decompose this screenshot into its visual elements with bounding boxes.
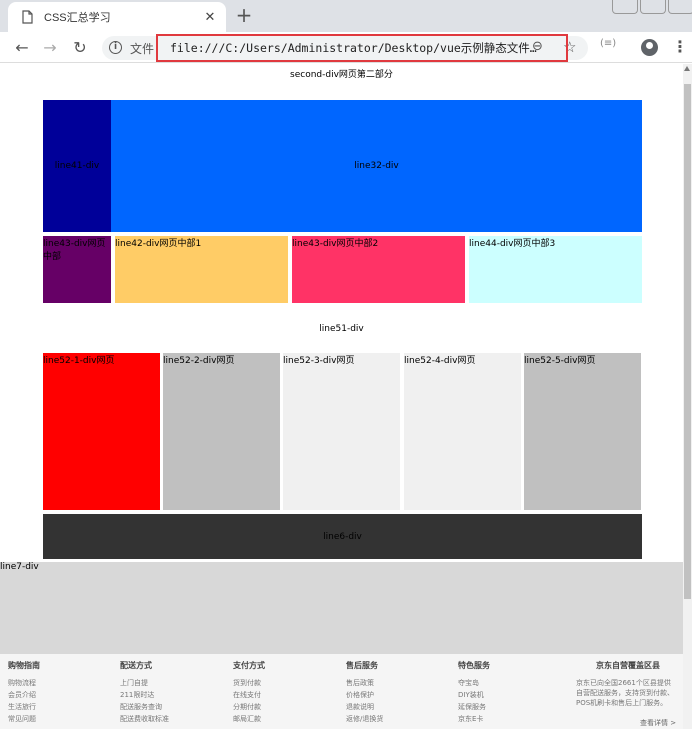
footer-coverage-text: 京东已向全国2661个区县提供自营配送服务，支持货到付款、POS机刷卡和售后上门…: [576, 679, 674, 707]
info-icon[interactable]: i: [109, 41, 122, 54]
footer-link[interactable]: 211限时达: [120, 689, 169, 701]
url-highlight-box: [156, 34, 568, 62]
footer-link[interactable]: DIY装机: [458, 689, 490, 701]
scroll-up-icon[interactable]: [684, 66, 690, 71]
line52-2-div: line52-2-div网页: [163, 353, 280, 510]
footer-link[interactable]: 返修/退换货: [346, 713, 383, 725]
site-footer: 购物指南 购物流程 会员介绍 生活旅行 常见问题 配送方式 上门自提 211限时…: [0, 654, 683, 729]
footer-link[interactable]: 在线支付: [233, 689, 265, 701]
line6-div: line6-div: [43, 514, 642, 559]
second-div-title: second-div网页第二部分: [290, 70, 393, 80]
line43-div: line43-div网页中部: [43, 236, 111, 303]
line43-label: line43-div网页中部: [43, 239, 106, 262]
account-icon[interactable]: [641, 39, 658, 56]
line7-div: line7-div: [0, 562, 683, 654]
footer-link[interactable]: 邮局汇款: [233, 713, 265, 725]
line32-div: line32-div: [111, 100, 642, 232]
line42-label: line42-div网页中部1: [115, 239, 202, 249]
footer-heading: 售后服务: [346, 661, 378, 670]
line52-1-label: line52-1-div网页: [43, 356, 115, 366]
footer-col-3: 支付方式 货到付款 在线支付 分期付款 邮局汇款: [233, 660, 265, 725]
tab-strip: CSS汇总学习 ✕ +: [0, 0, 692, 32]
line6-label: line6-div: [323, 531, 362, 542]
line32-label: line32-div: [354, 161, 399, 171]
footer-link[interactable]: 分期付款: [233, 701, 265, 713]
line44-div: line44-div网页中部3: [469, 236, 642, 303]
line7-label: line7-div: [0, 562, 39, 572]
footer-heading: 配送方式: [120, 661, 152, 670]
page-viewport: second-div网页第二部分 line41-div line32-div l…: [0, 64, 683, 729]
line52-4-label: line52-4-div网页: [404, 356, 476, 366]
footer-link[interactable]: 购物流程: [8, 677, 40, 689]
tab-close-icon[interactable]: ✕: [202, 10, 218, 25]
footer-heading: 购物指南: [8, 661, 40, 670]
line52-5-div: line52-5-div网页: [524, 353, 641, 510]
scroll-thumb[interactable]: [684, 84, 691, 599]
line51-label: line51-div: [319, 324, 364, 334]
line52-1-div: line52-1-div网页: [43, 353, 160, 510]
footer-col-right: 京东自营覆盖区县: [596, 660, 660, 677]
file-label: 文件: [130, 42, 155, 56]
line43-div-2: line43-div网页中部2: [292, 236, 465, 303]
maximize-button[interactable]: [640, 0, 666, 14]
vertical-scrollbar[interactable]: [683, 64, 692, 729]
footer-link[interactable]: 货到付款: [233, 677, 265, 689]
line44-label: line44-div网页中部3: [469, 239, 556, 249]
menu-icon[interactable]: ⋮: [672, 37, 688, 56]
footer-link[interactable]: 夺宝岛: [458, 677, 490, 689]
footer-heading: 特色服务: [458, 661, 490, 670]
line42-div: line42-div网页中部1: [115, 236, 288, 303]
new-tab-button[interactable]: +: [233, 4, 255, 26]
footer-link[interactable]: 上门自提: [120, 677, 169, 689]
line52-2-label: line52-2-div网页: [163, 356, 235, 366]
line51-div: line51-div: [0, 324, 683, 334]
footer-col-5: 特色服务 夺宝岛 DIY装机 延保服务 京东E卡: [458, 660, 490, 725]
line52-3-label: line52-3-div网页: [283, 356, 355, 366]
footer-heading: 支付方式: [233, 661, 265, 670]
line52-5-label: line52-5-div网页: [524, 356, 596, 366]
footer-link[interactable]: 会员介绍: [8, 689, 40, 701]
footer-link[interactable]: 配送服务查询: [120, 701, 169, 713]
reload-button[interactable]: ↻: [70, 38, 90, 58]
footer-heading: 京东自营覆盖区县: [596, 661, 660, 670]
forward-button[interactable]: →: [40, 38, 60, 58]
footer-link[interactable]: 价格保护: [346, 689, 383, 701]
footer-link[interactable]: 京东E卡: [458, 713, 490, 725]
line52-3-div: line52-3-div网页: [283, 353, 400, 510]
footer-col-2: 配送方式 上门自提 211限时达 配送服务查询 配送费收取标准: [120, 660, 169, 725]
close-window-button[interactable]: [668, 0, 692, 14]
footer-link[interactable]: 配送费收取标准: [120, 713, 169, 725]
window-controls: [612, 0, 692, 14]
browser-tab[interactable]: CSS汇总学习 ✕: [8, 2, 226, 32]
review-link[interactable]: 查看详情 >: [640, 718, 676, 728]
footer-link[interactable]: 售后政策: [346, 677, 383, 689]
footer-link[interactable]: 常见问题: [8, 713, 40, 725]
line41-label: line41-div: [54, 161, 100, 171]
extension-icon[interactable]: (≡): [600, 38, 616, 49]
footer-link[interactable]: 延保服务: [458, 701, 490, 713]
tab-title: CSS汇总学习: [44, 12, 111, 24]
minimize-button[interactable]: [612, 0, 638, 14]
footer-col-4: 售后服务 售后政策 价格保护 退款说明 返修/退换货: [346, 660, 383, 725]
line52-4-div: line52-4-div网页: [404, 353, 521, 510]
line43-2-label: line43-div网页中部2: [292, 239, 379, 249]
footer-col-1: 购物指南 购物流程 会员介绍 生活旅行 常见问题: [8, 660, 40, 725]
line41-div: line41-div: [43, 100, 111, 232]
back-button[interactable]: ←: [12, 38, 32, 58]
page-icon: [22, 10, 33, 24]
footer-link[interactable]: 退款说明: [346, 701, 383, 713]
footer-link[interactable]: 生活旅行: [8, 701, 40, 713]
